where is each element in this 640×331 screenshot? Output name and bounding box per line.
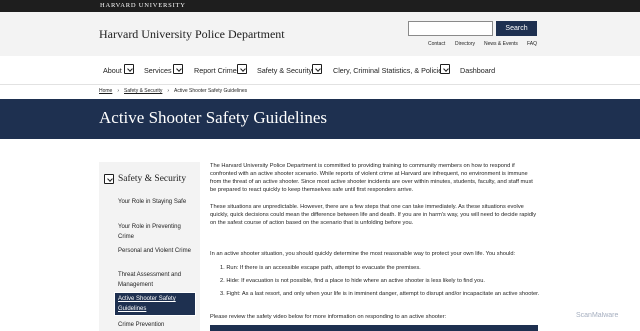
- sidebar-item-staying-safe[interactable]: Your Role in Staying Safe: [99, 197, 200, 207]
- nav-item-about[interactable]: About: [103, 66, 122, 75]
- sidebar-item-personal-violent-crime[interactable]: Personal and Violent Crime: [99, 246, 200, 256]
- page-title: Active Shooter Safety Guidelines: [99, 108, 328, 127]
- guidance-paragraph: In an active shooter situation, you shou…: [210, 251, 516, 257]
- sidebar-item-preventing-crime[interactable]: Your Role in Preventing Crime: [99, 222, 200, 242]
- list-item: 3. Fight: As a last resort, and only whe…: [220, 291, 540, 297]
- university-topbar: HARVARD UNIVERSITY: [0, 0, 640, 12]
- breadcrumb-separator-icon: ›: [167, 88, 170, 94]
- utility-link-faq[interactable]: FAQ: [527, 41, 537, 47]
- nav-item-report-crime[interactable]: Report Crime: [194, 66, 237, 75]
- breadcrumb-separator-icon: ›: [117, 88, 120, 94]
- sidebar-item-active-shooter[interactable]: Active Shooter Safety Guidelines: [114, 292, 196, 316]
- search-button[interactable]: Search: [496, 21, 537, 36]
- intro-paragraph: The Harvard University Police Department…: [210, 163, 533, 193]
- breadcrumb: Home › Safety & Security › Active Shooter Sa…: [99, 88, 247, 94]
- nav-item-services[interactable]: Services: [144, 66, 172, 75]
- sidebar-nav: Safety & Security Your Role in Staying S…: [99, 162, 200, 331]
- list-item: 1. Run: If there is an accessible escape…: [220, 265, 421, 271]
- chevron-down-icon[interactable]: [440, 64, 450, 74]
- sidebar-item-crime-prevention[interactable]: Crime Prevention Education: [99, 320, 200, 331]
- sidebar-item-threat-assessment[interactable]: Threat Assessment and Management: [99, 270, 200, 290]
- utility-link-news-events[interactable]: News & Events: [484, 41, 518, 47]
- university-brand-link[interactable]: HARVARD UNIVERSITY: [100, 2, 186, 9]
- breadcrumb-home-link[interactable]: Home: [99, 88, 112, 94]
- chevron-down-icon[interactable]: [173, 64, 183, 74]
- breadcrumb-section-link[interactable]: Safety & Security: [124, 88, 162, 94]
- chevron-down-icon[interactable]: [237, 64, 247, 74]
- nav-item-safety-security[interactable]: Safety & Security: [257, 66, 312, 75]
- chevron-down-icon[interactable]: [104, 174, 114, 184]
- utility-link-contact[interactable]: Contact: [428, 41, 445, 47]
- safety-video-player[interactable]: [210, 325, 538, 331]
- watermark: ScanMalware: [576, 312, 619, 319]
- sidebar-title[interactable]: Safety & Security: [118, 174, 186, 184]
- nav-item-clery[interactable]: Clery, Criminal Statistics, & Policies: [333, 66, 446, 75]
- page-hero: Active Shooter Safety Guidelines: [0, 99, 640, 139]
- main-navigation: About Services Report Crime Safety & Sec…: [0, 56, 640, 85]
- video-intro-paragraph: Please review the safety video below for…: [210, 314, 447, 320]
- chevron-down-icon[interactable]: [312, 64, 322, 74]
- site-title-link[interactable]: Harvard University Police Department: [99, 27, 285, 42]
- site-header: Harvard University Police Department Sea…: [0, 12, 640, 56]
- chevron-down-icon[interactable]: [124, 64, 134, 74]
- situation-paragraph: These situations are unpredictable. Howe…: [210, 204, 537, 226]
- list-item: 2. Hide: If evacuation is not possible, …: [220, 278, 485, 284]
- nav-item-dashboard[interactable]: Dashboard: [460, 66, 495, 75]
- utility-link-directory[interactable]: Directory: [455, 41, 475, 47]
- sidebar-header[interactable]: Safety & Security: [99, 162, 200, 196]
- search-input[interactable]: [408, 21, 493, 36]
- breadcrumb-current: Active Shooter Safety Guidelines: [174, 88, 248, 94]
